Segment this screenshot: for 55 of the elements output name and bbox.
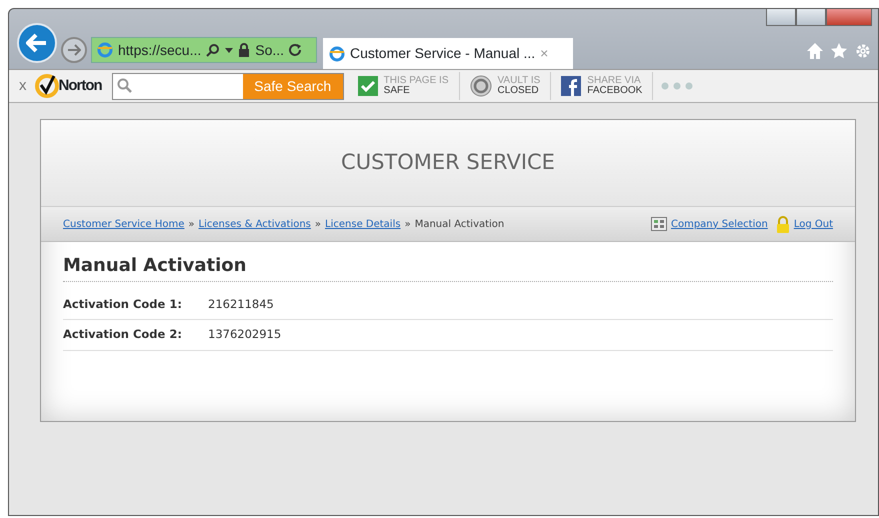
facebook-icon [561,76,582,96]
widget-caption: VAULT IS [498,76,540,86]
search-icon[interactable] [206,43,220,57]
brand-name: Norton [58,76,102,96]
lock-icon[interactable] [238,43,250,57]
breadcrumb-link[interactable]: Customer Service Home [63,216,184,232]
search-field[interactable]: Safe Search [112,72,344,100]
toolbar-widget[interactable]: VAULT IS CLOSED [460,72,552,100]
breadcrumb-separator: » [314,218,322,232]
breadcrumb-current: Manual Activation [414,218,504,232]
page-title: Manual Activation [63,252,833,282]
tab-title: Customer Service - Manual ... [350,44,536,63]
search-icon [116,78,133,94]
field-label: Activation Code 2: [63,326,183,344]
star-icon[interactable] [830,42,848,60]
toolbar-widget[interactable]: THIS PAGE IS SAFE [348,72,460,100]
browser-logo-icon [329,46,345,62]
back-button[interactable] [17,23,57,63]
forward-arrow-icon [67,44,81,56]
breadcrumb-separator: » [188,218,195,232]
toolbar-close-button[interactable]: x [9,74,34,98]
site-identity-text[interactable]: So... [255,40,284,60]
forward-button[interactable] [61,37,87,63]
breadcrumb-link[interactable]: License Details [325,216,401,232]
close-button[interactable] [826,9,872,26]
widget-status: SAFE [384,86,411,96]
field-label: Activation Code 1: [63,296,183,313]
safe-search-button[interactable]: Safe Search [242,74,343,98]
page-header: CUSTOMER SERVICE [341,149,555,176]
address-text: https://secu... [118,40,202,60]
browser-tab[interactable]: Customer Service - Manual ... × [323,38,573,69]
header-link[interactable]: Log Out [794,216,833,232]
browser-logo-icon [97,42,113,58]
dropdown-icon[interactable] [225,48,234,52]
field-value: 216211845 [208,296,274,313]
header-link[interactable]: Company Selection [670,216,768,232]
widget-status: FACEBOOK [587,86,642,96]
widget-status: CLOSED [498,86,540,96]
maximize-button[interactable] [796,9,826,26]
grid-icon [650,217,667,231]
lock-icon [776,216,790,232]
breadcrumb-link[interactable]: Licenses & Activations [198,216,311,232]
refresh-icon[interactable] [289,44,302,56]
vault-icon [470,75,492,97]
breadcrumb-separator: » [404,218,411,232]
address-bar[interactable]: https://secu... So... [91,37,317,63]
checkmark-logo-icon [34,74,58,98]
field-value: 1376202915 [208,326,282,344]
widget-caption: THIS PAGE IS [384,76,448,86]
tab-close-button[interactable]: × [540,43,548,64]
minimize-button[interactable] [766,9,796,26]
checkmark-icon [358,76,378,96]
widget-caption: SHARE VIA [587,76,642,86]
back-arrow-icon [26,33,48,53]
toolbar-widget[interactable]: SHARE VIA FACEBOOK [551,72,654,100]
